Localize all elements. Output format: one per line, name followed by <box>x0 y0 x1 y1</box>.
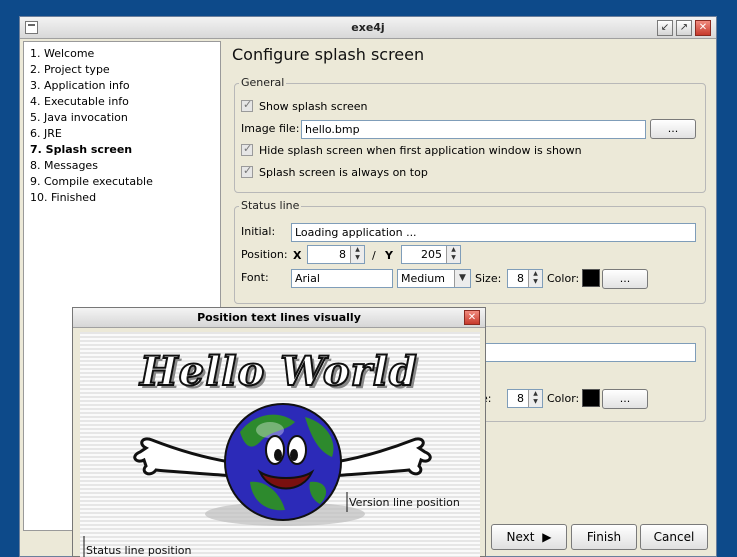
version-color-label: Color: <box>547 392 580 405</box>
window-title: exe4j <box>351 21 385 34</box>
always-on-top-row[interactable]: Splash screen is always on top <box>241 162 428 182</box>
sidebar-item-finished[interactable]: 10. Finished <box>24 190 220 206</box>
maximize-icon[interactable]: ↗ <box>676 20 692 36</box>
title-bar[interactable]: exe4j ↙ ↗ ✕ <box>20 17 716 39</box>
color-swatch <box>582 269 600 287</box>
color-label: Color: <box>547 272 580 285</box>
version-color-picker-button[interactable]: ... <box>602 389 648 409</box>
general-legend: General <box>239 76 287 89</box>
sidebar-item-java-invocation[interactable]: 5. Java invocation <box>24 110 220 126</box>
font-row: Font: <box>241 267 269 287</box>
initial-text-input[interactable]: Loading application ... <box>291 223 696 242</box>
finish-button[interactable]: Finish <box>571 524 637 550</box>
image-file-label: Image file: <box>241 121 300 135</box>
initial-row: Initial: <box>241 221 275 241</box>
globe-illustration <box>83 403 432 557</box>
position-row: Position: <box>241 244 288 264</box>
x-label: X <box>293 249 302 262</box>
hide-splash-label: Hide splash screen when first applicatio… <box>259 143 582 157</box>
version-size-spinner[interactable]: ▲ ▼ <box>528 390 542 407</box>
font-label: Font: <box>241 270 269 284</box>
x-spinner[interactable]: ▲ ▼ <box>350 246 364 263</box>
status-line-legend: Status line <box>239 199 302 212</box>
position-separator: / <box>372 249 376 262</box>
sidebar-item-project-type[interactable]: 2. Project type <box>24 62 220 78</box>
browse-image-button[interactable]: ... <box>650 119 696 139</box>
minimize-icon[interactable]: ↙ <box>657 20 673 36</box>
position-text-dialog: Position text lines visually ✕ Hello Wor… <box>72 307 486 557</box>
status-line-group: Status line Initial: Loading application… <box>234 199 706 304</box>
version-font-size-value: 8 <box>517 392 524 405</box>
image-file-row: Image file: <box>241 118 299 138</box>
size-spinner[interactable]: ▲ ▼ <box>528 270 542 287</box>
status-line-marker[interactable]: Status line position <box>86 544 191 557</box>
always-on-top-checkbox[interactable] <box>241 164 253 178</box>
next-label: Next <box>506 530 535 544</box>
image-file-input[interactable]: hello.bmp <box>301 120 646 139</box>
y-position-input[interactable]: 205 ▲ ▼ <box>401 245 461 264</box>
version-line-marker[interactable]: Version line position <box>349 496 460 509</box>
version-color-swatch <box>582 389 600 407</box>
next-arrow-icon: ▶ <box>542 530 552 544</box>
cancel-button[interactable]: Cancel <box>640 524 708 550</box>
font-size-input[interactable]: 8 ▲ ▼ <box>507 269 543 288</box>
chevron-down-icon[interactable]: ▼ <box>454 270 470 287</box>
y-spinner[interactable]: ▲ ▼ <box>446 246 460 263</box>
sidebar-item-messages[interactable]: 8. Messages <box>24 158 220 174</box>
close-icon[interactable]: ✕ <box>695 20 711 36</box>
x-position-value: 8 <box>339 248 346 261</box>
dialog-close-icon[interactable]: ✕ <box>464 310 480 325</box>
font-size-value: 8 <box>517 272 524 285</box>
y-label: Y <box>385 249 393 262</box>
sidebar-item-jre[interactable]: 6. JRE <box>24 126 220 142</box>
sidebar-item-compile-executable[interactable]: 9. Compile executable <box>24 174 220 190</box>
sidebar-item-executable-info[interactable]: 4. Executable info <box>24 94 220 110</box>
dialog-title[interactable]: Position text lines visually <box>73 308 485 328</box>
sidebar-item-application-info[interactable]: 3. Application info <box>24 78 220 94</box>
initial-label: Initial: <box>241 224 276 238</box>
sidebar-item-welcome[interactable]: 1. Welcome <box>24 46 220 62</box>
y-position-value: 205 <box>421 248 442 261</box>
font-weight-select[interactable]: Medium ▼ <box>397 269 471 288</box>
general-group: General Show splash screen Image file: h… <box>234 76 706 193</box>
hide-splash-checkbox[interactable] <box>241 142 253 156</box>
splash-preview[interactable]: Hello World Version line position Status… <box>80 332 480 557</box>
show-splash-label: Show splash screen <box>259 99 368 113</box>
x-position-input[interactable]: 8 ▲ ▼ <box>307 245 365 264</box>
size-label: Size: <box>475 272 502 285</box>
version-font-size-input[interactable]: 8 ▲ ▼ <box>507 389 543 408</box>
always-on-top-label: Splash screen is always on top <box>259 165 428 179</box>
next-button[interactable]: Next ▶ <box>491 524 567 550</box>
show-splash-row[interactable]: Show splash screen <box>241 96 367 116</box>
font-name-input[interactable]: Arial <box>291 269 393 288</box>
sidebar-item-splash-screen[interactable]: 7. Splash screen <box>24 142 220 158</box>
hide-splash-row[interactable]: Hide splash screen when first applicatio… <box>241 140 582 160</box>
font-weight-value: Medium <box>401 272 445 285</box>
color-picker-button[interactable]: ... <box>602 269 648 289</box>
position-label: Position: <box>241 247 288 261</box>
page-title: Configure splash screen <box>232 45 425 64</box>
show-splash-checkbox[interactable] <box>241 98 253 112</box>
